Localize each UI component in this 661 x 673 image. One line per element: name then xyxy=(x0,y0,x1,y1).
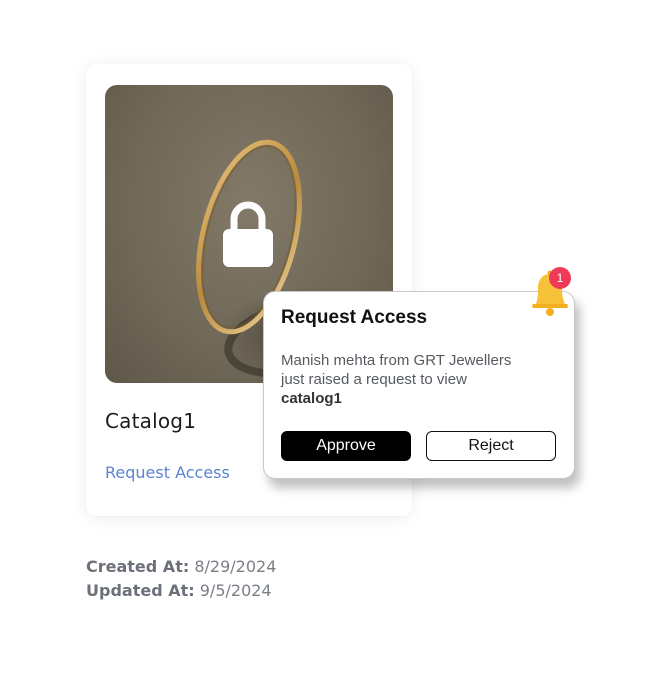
notification-badge: 1 xyxy=(549,267,571,289)
lock-icon xyxy=(223,201,273,267)
created-at: Created At: 8/29/2024 xyxy=(86,557,276,576)
updated-at-label: Updated At: xyxy=(86,581,195,600)
request-access-popup: Request Access Manish mehta from GRT Jew… xyxy=(263,291,575,479)
approve-button[interactable]: Approve xyxy=(281,431,411,461)
popup-message-line2: just raised a request to view xyxy=(281,371,467,388)
created-at-value: 8/29/2024 xyxy=(194,557,277,576)
popup-title: Request Access xyxy=(281,307,428,328)
updated-at: Updated At: 9/5/2024 xyxy=(86,581,272,600)
request-access-link[interactable]: Request Access xyxy=(105,463,230,482)
popup-message-catalog: catalog1 xyxy=(281,390,342,407)
popup-message: Manish mehta from GRT Jewellers just rai… xyxy=(281,351,561,408)
popup-message-line1: Manish mehta from GRT Jewellers xyxy=(281,352,512,369)
created-at-label: Created At: xyxy=(86,557,190,576)
updated-at-value: 9/5/2024 xyxy=(199,581,272,600)
catalog-title: Catalog1 xyxy=(105,409,197,433)
reject-button[interactable]: Reject xyxy=(426,431,556,461)
